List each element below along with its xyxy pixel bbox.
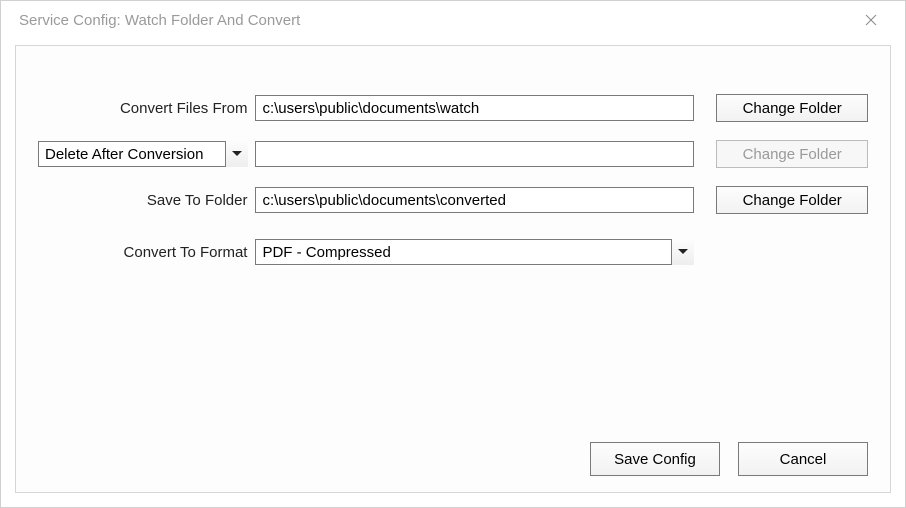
row-convert-format: Convert To Format PDF - Compressed: [38, 238, 868, 266]
change-folder-button-after: Change Folder: [716, 140, 868, 168]
dialog-window: Service Config: Watch Folder And Convert…: [0, 0, 906, 508]
window-title: Service Config: Watch Folder And Convert: [19, 12, 300, 29]
label-save-to: Save To Folder: [38, 192, 255, 209]
cancel-button[interactable]: Cancel: [738, 442, 868, 476]
row-convert-from: Convert Files From Change Folder: [38, 94, 868, 122]
input-save-to[interactable]: [255, 187, 694, 213]
close-button[interactable]: [851, 5, 891, 35]
dialog-footer: Save Config Cancel: [590, 442, 868, 476]
change-folder-button-saveto[interactable]: Change Folder: [716, 186, 868, 214]
close-icon: [865, 14, 877, 26]
titlebar: Service Config: Watch Folder And Convert: [1, 1, 905, 39]
label-convert-format: Convert To Format: [38, 244, 255, 261]
row-after-conversion: Delete After Conversion Change Folder: [38, 140, 868, 168]
row-save-to: Save To Folder Change Folder: [38, 186, 868, 214]
label-convert-from: Convert Files From: [38, 100, 255, 117]
select-convert-format[interactable]: PDF - Compressed: [255, 239, 694, 265]
change-folder-button-from[interactable]: Change Folder: [716, 94, 868, 122]
form-area: Convert Files From Change Folder Delete …: [16, 94, 890, 266]
save-config-button[interactable]: Save Config: [590, 442, 720, 476]
input-after-conversion-dest: [255, 141, 694, 167]
select-after-conversion[interactable]: Delete After Conversion: [38, 141, 248, 167]
content-frame: Convert Files From Change Folder Delete …: [15, 45, 891, 493]
input-convert-from[interactable]: [255, 95, 694, 121]
